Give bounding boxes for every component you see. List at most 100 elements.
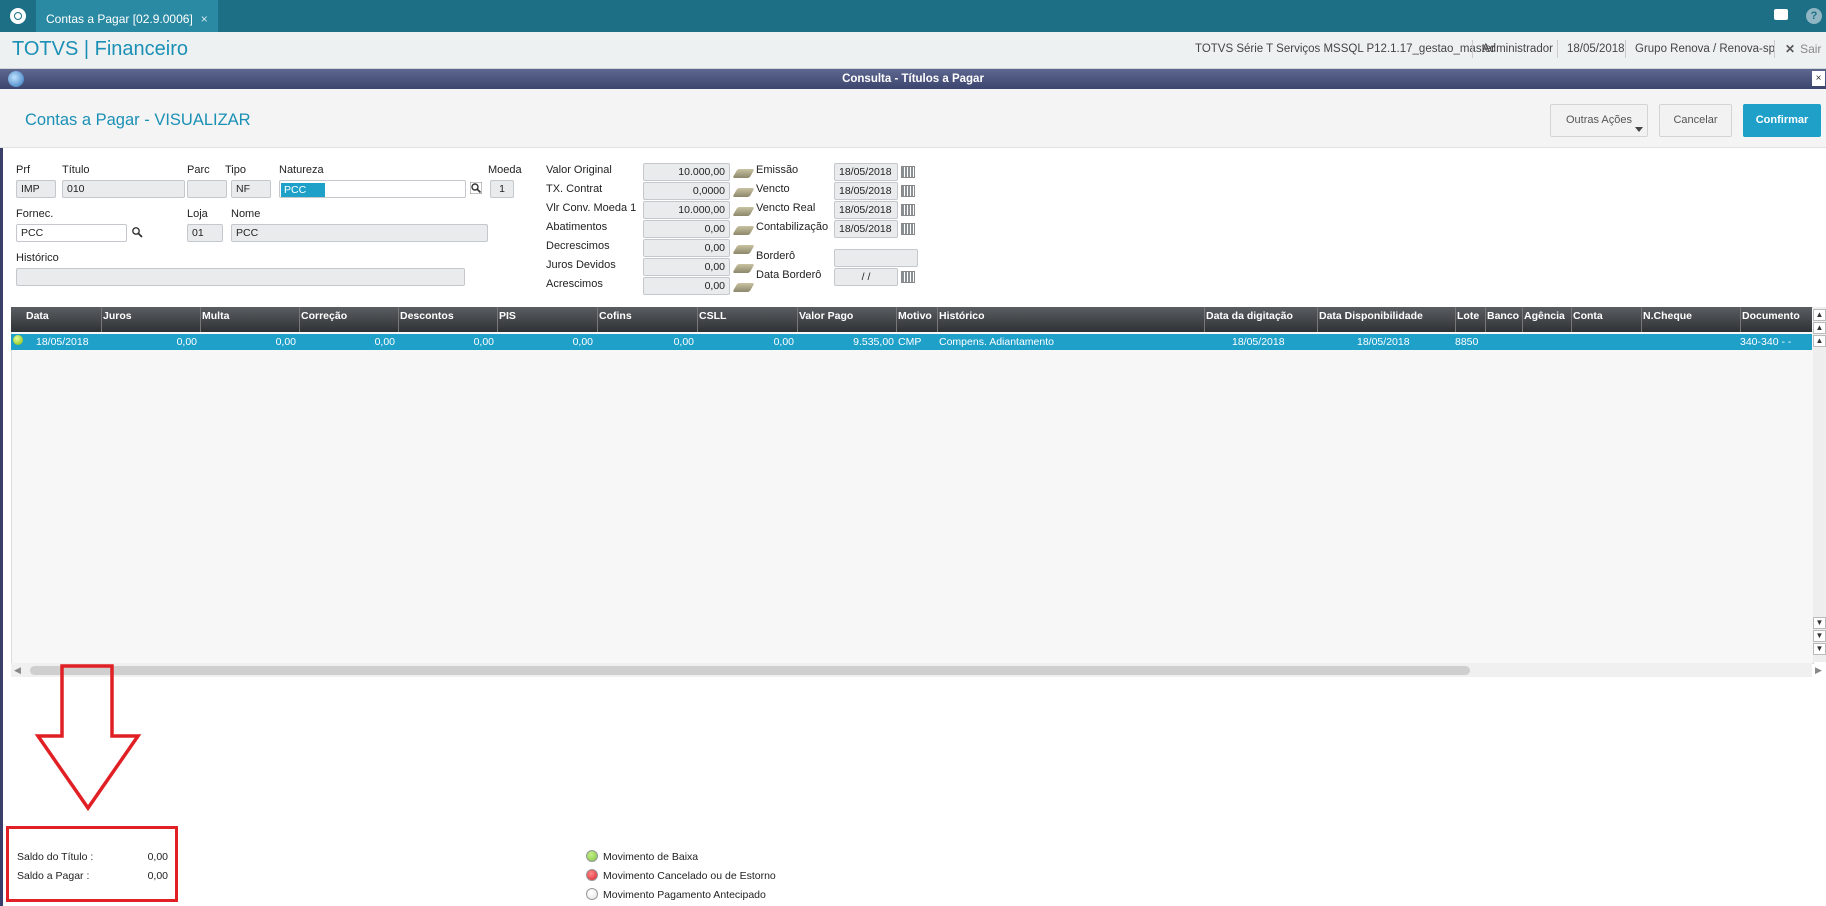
confirm-button[interactable]: Confirmar (1743, 104, 1821, 137)
company-label[interactable]: Grupo Renova / Renova-sp (1635, 43, 1775, 55)
mail-icon[interactable] (1774, 9, 1788, 20)
acrescimos-field[interactable]: 0,00 (643, 277, 730, 295)
calendar-icon[interactable] (901, 271, 915, 283)
column-divider[interactable] (299, 307, 300, 332)
column-divider[interactable] (1641, 307, 1642, 332)
tab-contas-a-pagar[interactable]: Contas a Pagar [02.9.0006] × (36, 0, 218, 32)
column-header-pis[interactable]: PIS (499, 310, 516, 322)
column-divider[interactable] (1522, 307, 1523, 332)
tipo-label: Tipo (225, 164, 246, 176)
column-divider[interactable] (398, 307, 399, 332)
search-icon[interactable] (470, 182, 482, 194)
column-header-motivo[interactable]: Motivo (898, 310, 932, 322)
scroll-bottom-icon[interactable]: ▼ (1813, 643, 1826, 655)
help-icon[interactable]: ? (1806, 8, 1822, 24)
column-divider[interactable] (1571, 307, 1572, 332)
juros-devidos-field[interactable]: 0,00 (643, 258, 730, 276)
column-divider[interactable] (697, 307, 698, 332)
valor-original-field[interactable]: 10.000,00 (643, 163, 730, 181)
decrescimos-field[interactable]: 0,00 (643, 239, 730, 257)
column-header-conta[interactable]: Conta (1573, 310, 1603, 322)
column-header-data[interactable]: Data (26, 310, 49, 322)
column-header-multa[interactable]: Multa (202, 310, 229, 322)
column-divider[interactable] (937, 307, 938, 332)
totvs-logo-icon[interactable] (10, 8, 26, 24)
tab-close-icon[interactable]: × (201, 12, 208, 26)
tx-contrat-field[interactable]: 0,0000 (643, 182, 730, 200)
money-icon[interactable] (732, 207, 755, 216)
column-header-lote[interactable]: Lote (1457, 310, 1479, 322)
scroll-page-down-icon[interactable]: ▼ (1813, 630, 1826, 642)
column-divider[interactable] (1317, 307, 1318, 332)
vlr-conv-field[interactable]: 10.000,00 (643, 201, 730, 219)
scroll-thumb[interactable] (30, 666, 1470, 675)
abatimentos-field[interactable]: 0,00 (643, 220, 730, 238)
calendar-icon[interactable] (901, 185, 915, 197)
money-icon[interactable] (732, 226, 755, 235)
logout-button[interactable]: ✕ Sair (1785, 42, 1821, 56)
column-header-historico[interactable]: Histórico (939, 310, 985, 322)
column-header-data-disponibilidade[interactable]: Data Disponibilidade (1319, 310, 1423, 322)
column-header-banco[interactable]: Banco (1487, 310, 1519, 322)
titulo-field[interactable]: 010 (62, 180, 185, 198)
scroll-left-icon[interactable]: ◀ (14, 665, 21, 676)
scroll-down-icon[interactable]: ▼ (1813, 617, 1826, 629)
fornec-field[interactable]: PCC (16, 224, 127, 242)
parc-field[interactable] (187, 180, 227, 198)
column-header-valor-pago[interactable]: Valor Pago (799, 310, 853, 322)
column-header-cofins[interactable]: Cofins (599, 310, 632, 322)
money-icon[interactable] (732, 169, 755, 178)
scroll-right-icon[interactable]: ▶ (1815, 665, 1822, 676)
decrescimos-label: Decrescimos (546, 240, 610, 252)
calendar-icon[interactable] (901, 166, 915, 178)
vertical-scrollbar[interactable] (1813, 307, 1826, 662)
column-divider[interactable] (497, 307, 498, 332)
moeda-field[interactable]: 1 (490, 180, 514, 198)
nome-field[interactable]: PCC (231, 224, 488, 242)
natureza-field[interactable]: PCC (279, 180, 466, 198)
calendar-icon[interactable] (901, 223, 915, 235)
column-divider[interactable] (597, 307, 598, 332)
scroll-up-icon[interactable]: ▲ (1813, 335, 1826, 347)
money-icon[interactable] (732, 245, 755, 254)
column-header-documento[interactable]: Documento (1742, 310, 1800, 322)
loja-field[interactable]: 01 (187, 224, 223, 242)
red-status-icon (586, 869, 598, 881)
column-divider[interactable] (797, 307, 798, 332)
column-header-correcao[interactable]: Correção (301, 310, 347, 322)
cancel-button[interactable]: Cancelar (1659, 104, 1732, 137)
column-header-n-cheque[interactable]: N.Cheque (1643, 310, 1692, 322)
vencto-real-field[interactable]: 18/05/2018 (834, 201, 898, 219)
column-divider[interactable] (1455, 307, 1456, 332)
column-divider[interactable] (1204, 307, 1205, 332)
column-divider[interactable] (896, 307, 897, 332)
prf-field[interactable]: IMP (16, 180, 56, 198)
column-divider[interactable] (200, 307, 201, 332)
data-bordero-field[interactable]: / / (834, 268, 898, 286)
column-header-data-digitacao[interactable]: Data da digitação (1206, 310, 1293, 322)
column-divider[interactable] (1740, 307, 1741, 332)
emissao-field[interactable]: 18/05/2018 (834, 163, 898, 181)
calendar-icon[interactable] (901, 204, 915, 216)
scroll-top-icon[interactable]: ▲ (1813, 309, 1826, 321)
movements-grid[interactable] (11, 307, 1814, 664)
search-icon[interactable] (131, 226, 143, 238)
user-label[interactable]: Administrador (1482, 43, 1553, 55)
contabilizacao-field[interactable]: 18/05/2018 (834, 220, 898, 238)
column-header-descontos[interactable]: Descontos (400, 310, 454, 322)
vencto-field[interactable]: 18/05/2018 (834, 182, 898, 200)
tipo-field[interactable]: NF (231, 180, 271, 198)
bordero-field[interactable] (834, 249, 918, 267)
column-divider[interactable] (1485, 307, 1486, 332)
money-icon[interactable] (732, 283, 755, 292)
money-icon[interactable] (732, 264, 755, 273)
money-icon[interactable] (732, 188, 755, 197)
column-header-agencia[interactable]: Agência (1524, 310, 1565, 322)
other-actions-button[interactable]: Outras Ações (1550, 104, 1648, 137)
column-header-csll[interactable]: CSLL (699, 310, 726, 322)
historico-field[interactable] (16, 268, 465, 286)
column-header-juros[interactable]: Juros (103, 310, 132, 322)
column-divider[interactable] (101, 307, 102, 332)
dialog-close-button[interactable]: × (1812, 71, 1825, 86)
scroll-page-up-icon[interactable]: ▲ (1813, 322, 1826, 334)
